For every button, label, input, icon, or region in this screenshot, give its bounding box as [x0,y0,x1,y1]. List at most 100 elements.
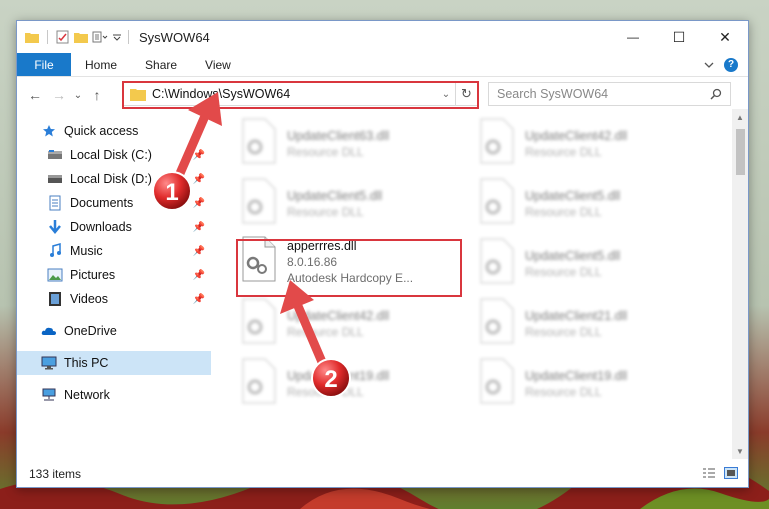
expand-ribbon-icon[interactable] [704,61,714,69]
sidebar-item-label: Videos [70,292,108,306]
pin-icon[interactable]: 📌 [193,150,205,161]
file-name: UpdateClient19.dll [287,369,390,383]
new-folder-icon[interactable] [74,31,88,43]
ribbon-right: ? [704,53,748,76]
sidebar-item-label: Music [70,244,103,258]
close-button[interactable]: ✕ [702,21,748,53]
scroll-down-arrow-icon[interactable]: ▼ [732,443,748,459]
sidebar-item-network[interactable]: Network [17,383,211,407]
list-item[interactable]: UpdateClient42.dll Resource DLL [477,117,707,171]
music-icon [47,243,63,259]
dll-file-icon [480,238,514,284]
search-input[interactable]: Search SysWOW64 [497,87,710,101]
window-title: SysWOW64 [139,29,210,45]
sidebar-item-local-disk-c[interactable]: Local Disk (C:) 📌 [17,143,211,167]
file-description: Resource DLL [525,265,602,279]
dll-file-icon [242,118,276,164]
file-name: UpdateClient42.dll [525,129,628,143]
sidebar-item-music[interactable]: Music 📌 [17,239,211,263]
list-item[interactable]: UpdateClient5.dll Resource DLL [477,177,707,231]
file-description: Resource DLL [525,145,602,159]
large-icons-view-icon[interactable] [724,467,738,479]
pin-icon[interactable]: 📌 [193,294,205,305]
drive-icon [47,147,63,163]
pictures-icon [47,267,63,283]
sidebar-item-this-pc[interactable]: This PC [17,351,211,375]
help-icon[interactable]: ? [724,57,738,72]
title-separator [128,30,129,44]
network-icon [41,387,57,403]
item-count: 133 items [29,467,82,481]
pin-icon[interactable]: 📌 [193,174,205,185]
file-description: Resource DLL [287,145,364,159]
file-name: UpdateClient5.dll [287,189,383,203]
vertical-scrollbar[interactable]: ▲ ▼ [732,109,748,459]
forward-button[interactable]: → [47,83,71,107]
scroll-thumb[interactable] [736,129,745,175]
pin-icon[interactable]: 📌 [193,270,205,281]
sidebar-item-local-disk-d[interactable]: Local Disk (D:) 📌 [17,167,211,191]
search-box[interactable]: Search SysWOW64 [488,82,731,106]
up-button[interactable]: ↑ [85,83,109,107]
list-item[interactable]: UpdateClient21.dll Resource DLL [477,297,707,351]
properties-icon[interactable] [56,30,70,44]
search-icon[interactable] [710,88,722,100]
pin-icon[interactable]: 📌 [193,198,205,209]
view-toggle [702,467,738,479]
dll-file-icon [242,178,276,224]
onedrive-icon [41,323,57,339]
scroll-up-arrow-icon[interactable]: ▲ [732,109,748,125]
details-view-icon[interactable] [702,467,716,479]
drive-icon [47,171,63,187]
dll-file-icon [480,178,514,224]
sidebar-item-label: Downloads [70,220,132,234]
tab-share[interactable]: Share [131,53,191,76]
file-description: Resource DLL [525,325,602,339]
list-item[interactable]: UpdateClient63.dll Resource DLL [239,117,469,171]
sidebar-item-label: Pictures [70,268,116,282]
tab-view[interactable]: View [191,53,245,76]
list-item[interactable]: UpdateClient19.dll Resource DLL [239,357,469,411]
dll-file-icon [480,298,514,344]
file-name: UpdateClient19.dll [525,369,628,383]
title-bar: SysWOW64 — ☐ ✕ [17,21,748,53]
tab-file[interactable]: File [17,53,71,76]
file-description: Resource DLL [287,205,364,219]
dll-file-icon [242,298,276,344]
file-name: UpdateClient63.dll [287,129,390,143]
sidebar-item-label: OneDrive [64,324,117,338]
dll-file-icon [480,118,514,164]
sidebar-item-label: Documents [70,196,134,210]
this-pc-icon [41,355,57,371]
folder-icon [25,33,39,43]
file-description: Resource DLL [525,205,602,219]
list-item[interactable]: UpdateClient5.dll Resource DLL [477,237,707,291]
sidebar-item-onedrive[interactable]: OneDrive [17,319,211,343]
sidebar-item-pictures[interactable]: Pictures 📌 [17,263,211,287]
file-highlight-box [236,239,462,297]
customize-qat-icon[interactable] [92,31,108,43]
ribbon-tabs: File Home Share View ? [17,53,748,77]
pin-icon[interactable]: 📌 [193,222,205,233]
pin-icon[interactable]: 📌 [193,246,205,257]
chevron-down-icon[interactable] [112,32,122,42]
list-item[interactable]: UpdateClient5.dll Resource DLL [239,177,469,231]
recent-locations-button[interactable]: ⌄ [71,83,85,107]
quick-access-toolbar [17,30,122,44]
sidebar-item-quick-access[interactable]: Quick access [17,119,211,143]
maximize-button[interactable]: ☐ [656,21,702,53]
downloads-icon [47,219,63,235]
back-button[interactable]: ← [23,83,47,107]
file-name: UpdateClient42.dll [287,309,390,323]
list-item[interactable]: UpdateClient19.dll Resource DLL [477,357,707,411]
file-name: UpdateClient5.dll [525,249,621,263]
file-name: UpdateClient5.dll [525,189,621,203]
sidebar-item-label: Local Disk (C:) [70,148,152,162]
file-description: Resource DLL [525,385,602,399]
tab-home[interactable]: Home [71,53,131,76]
sidebar-item-videos[interactable]: Videos 📌 [17,287,211,311]
sidebar-item-documents[interactable]: Documents 📌 [17,191,211,215]
sidebar-item-downloads[interactable]: Downloads 📌 [17,215,211,239]
list-item[interactable]: UpdateClient42.dll Resource DLL [239,297,469,351]
minimize-button[interactable]: — [610,21,656,53]
